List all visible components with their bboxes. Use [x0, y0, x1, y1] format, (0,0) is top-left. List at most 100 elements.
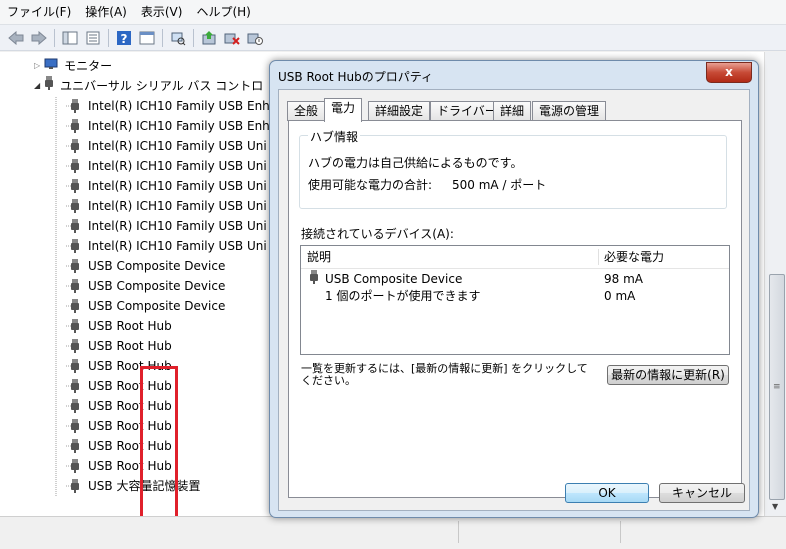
group-title: ハブ情報 [308, 128, 361, 145]
column-header-description[interactable]: 説明 [307, 246, 331, 268]
tree-node-device[interactable]: USB Composite Device [70, 256, 225, 276]
list-header: 説明 必要な電力 [301, 246, 729, 269]
tree-node-device[interactable]: USB 大容量記憶装置 [70, 476, 200, 496]
tree-node-label: モニター [64, 59, 113, 73]
svg-text:?: ? [121, 32, 128, 46]
item-power: 98 mA [604, 272, 643, 286]
vertical-scrollbar[interactable]: ≡ ▼ [764, 52, 786, 516]
tree-node-device[interactable]: USB Composite Device [70, 296, 225, 316]
usb-icon [70, 199, 80, 213]
usb-icon [70, 119, 80, 133]
available-power-value: 500 mA / ポート [452, 178, 547, 192]
usb-icon [70, 319, 80, 333]
monitor-icon [44, 56, 58, 76]
scroll-down-icon[interactable]: ▼ [772, 502, 778, 511]
collapse-arrow-icon[interactable]: ◢ [34, 76, 40, 96]
menu-action[interactable]: 操作(A) [78, 0, 134, 24]
menu-file[interactable]: ファイル(F) [0, 0, 78, 24]
usb-icon [70, 219, 80, 233]
tree-node-device[interactable]: Intel(R) ICH10 Family USB Uni [70, 156, 267, 176]
tree-node-label: Intel(R) ICH10 Family USB Uni [88, 179, 267, 193]
grip-icon: ≡ [773, 382, 781, 392]
tree-node-device[interactable]: Intel(R) ICH10 Family USB Uni [70, 176, 267, 196]
ok-button[interactable]: OK [565, 483, 649, 503]
expand-arrow-icon[interactable]: ▷ [34, 56, 40, 76]
tab-power[interactable]: 電力 [324, 98, 363, 122]
uninstall-icon[interactable] [222, 28, 242, 48]
tree-node-device[interactable]: USB Composite Device [70, 276, 225, 296]
properties-dialog: USB Root Hubのプロパティ x 全般 電力 詳細設定 ドライバー 詳細… [269, 60, 759, 518]
item-power: 0 mA [604, 289, 636, 303]
item-description: USB Composite Device [325, 272, 463, 286]
tree-node-label: USB Root Hub [88, 339, 172, 353]
connected-devices-label: 接続されているデバイス(A): [301, 227, 454, 241]
refresh-button[interactable]: 最新の情報に更新(R) [607, 365, 729, 385]
column-header-power[interactable]: 必要な電力 [604, 246, 664, 268]
tree-node-usb-controllers[interactable]: ◢ ユニバーサル シリアル バス コントロ [34, 76, 263, 96]
usb-icon [70, 479, 80, 493]
tree-node-device[interactable]: Intel(R) ICH10 Family USB Uni [70, 216, 267, 236]
toolbar-separator [162, 28, 163, 47]
hub-power-text: ハブの電力は自己供給によるものです。 [308, 156, 523, 170]
dialog-body: 全般 電力 詳細設定 ドライバー 詳細 電源の管理 ハブ情報 ハブの電力は自己供… [278, 89, 750, 511]
tab-power-management[interactable]: 電源の管理 [532, 101, 607, 121]
usb-icon [70, 279, 80, 293]
highlight-box [140, 366, 178, 516]
usb-icon [70, 239, 80, 253]
tree-node-device[interactable]: Intel(R) ICH10 Family USB Enh [70, 116, 270, 136]
tab-general[interactable]: 全般 [287, 101, 326, 121]
connected-devices-list[interactable]: 説明 必要な電力 USB Composite Device 98 mA 1 個の… [300, 245, 730, 355]
usb-icon [70, 99, 80, 113]
tree-node-device[interactable]: USB Root Hub [70, 316, 172, 336]
dialog-title: USB Root Hubのプロパティ [278, 70, 433, 84]
tree-node-monitor[interactable]: ▷ モニター [34, 56, 112, 76]
update-driver-icon[interactable] [199, 28, 219, 48]
tree-node-label: USB Composite Device [88, 259, 226, 273]
tree-node-label: ユニバーサル シリアル バス コントロ [60, 79, 264, 93]
tree-node-label: Intel(R) ICH10 Family USB Uni [88, 159, 267, 173]
menu-help[interactable]: ヘルプ(H) [189, 0, 257, 24]
list-item[interactable]: USB Composite Device [309, 270, 463, 288]
usb-icon [70, 159, 80, 173]
scan-hardware-icon[interactable] [168, 28, 188, 48]
back-icon[interactable] [6, 28, 26, 48]
tree-node-label: Intel(R) ICH10 Family USB Uni [88, 239, 267, 253]
usb-icon [70, 359, 80, 373]
tree-node-label: Intel(R) ICH10 Family USB Enh [88, 99, 270, 113]
tree-node-label: USB Composite Device [88, 279, 226, 293]
tree-node-device[interactable]: Intel(R) ICH10 Family USB Uni [70, 196, 267, 216]
tree-node-device[interactable]: Intel(R) ICH10 Family USB Uni [70, 136, 267, 156]
usb-icon [70, 379, 80, 393]
close-button[interactable]: x [706, 62, 752, 83]
status-bar [0, 516, 786, 549]
usb-icon [70, 179, 80, 193]
item-description: 1 個のポートが使用できます [325, 289, 481, 303]
tree-node-device[interactable]: USB Root Hub [70, 336, 172, 356]
toolbar-separator [54, 28, 55, 47]
view-icon[interactable] [137, 28, 157, 48]
usb-icon [70, 419, 80, 433]
tree-node-device[interactable]: Intel(R) ICH10 Family USB Uni [70, 236, 267, 256]
tree-node-device[interactable]: Intel(R) ICH10 Family USB Enh [70, 96, 270, 116]
usb-icon [70, 299, 80, 313]
menu-view[interactable]: 表示(V) [134, 0, 190, 24]
usb-icon [70, 439, 80, 453]
disable-device-icon[interactable] [245, 28, 265, 48]
toolbar-separator [108, 28, 109, 47]
available-power-label: 使用可能な電力の合計: [308, 178, 433, 192]
help-icon[interactable]: ? [114, 28, 134, 48]
usb-icon [70, 399, 80, 413]
properties-sheet-icon[interactable] [83, 28, 103, 48]
usb-icon [44, 76, 54, 96]
tree-node-label: Intel(R) ICH10 Family USB Enh [88, 119, 270, 133]
usb-icon [70, 259, 80, 273]
console-tree-icon[interactable] [60, 28, 80, 48]
tab-advanced[interactable]: 詳細設定 [368, 101, 431, 121]
usb-icon [70, 459, 80, 473]
cancel-button[interactable]: キャンセル [659, 483, 745, 503]
forward-icon[interactable] [29, 28, 49, 48]
tab-details[interactable]: 詳細 [493, 101, 532, 121]
usb-icon [70, 139, 80, 153]
menu-bar: ファイル(F) 操作(A) 表示(V) ヘルプ(H) [0, 0, 786, 25]
tree-node-label: Intel(R) ICH10 Family USB Uni [88, 199, 267, 213]
